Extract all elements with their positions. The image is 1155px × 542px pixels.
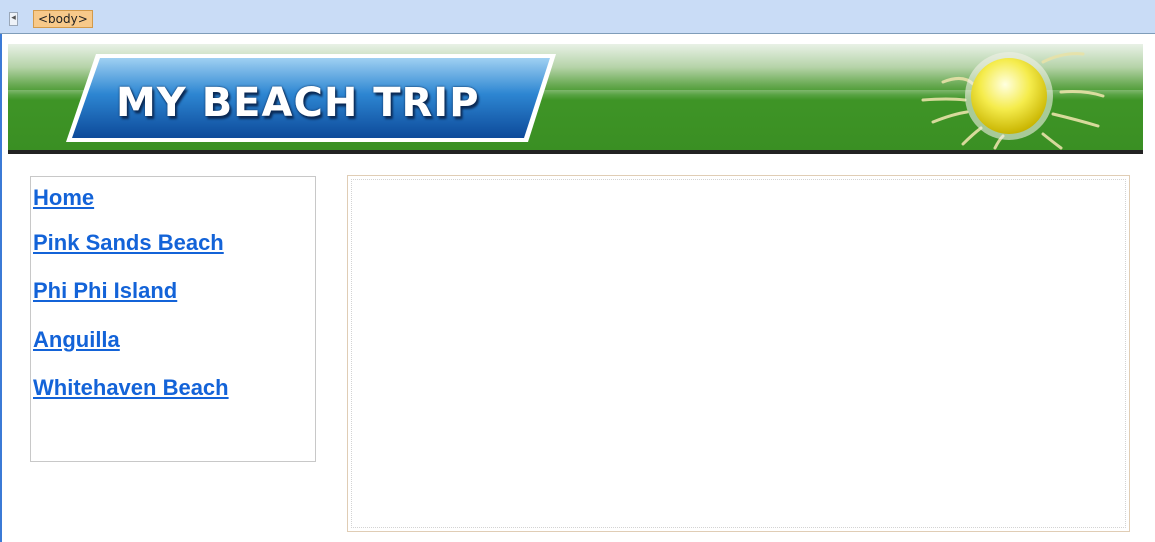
nav-link-pink-sands-beach[interactable]: Pink Sands Beach — [33, 230, 224, 256]
main-content-area[interactable] — [347, 175, 1130, 532]
nav-link-whitehaven-beach[interactable]: Whitehaven Beach — [33, 375, 229, 401]
nav-link-anguilla[interactable]: Anguilla — [33, 327, 120, 353]
nav-link-home[interactable]: Home — [33, 185, 94, 211]
body-tag-button[interactable]: <body> — [33, 10, 93, 28]
editor-left-border — [0, 34, 2, 542]
site-logo: MY BEACH TRIP — [66, 50, 556, 144]
tag-selector-bar: ◂ <body> — [0, 0, 1155, 34]
nav-link-phi-phi-island[interactable]: Phi Phi Island — [33, 278, 177, 304]
sidebar-nav: Home Pink Sands Beach Phi Phi Island Ang… — [30, 176, 316, 462]
logo-text: MY BEACH TRIP — [116, 80, 480, 126]
sun-icon — [921, 52, 1105, 150]
site-banner: MY BEACH TRIP — [8, 44, 1143, 154]
content-placeholder — [351, 179, 1126, 528]
chevron-left-icon[interactable]: ◂ — [9, 12, 18, 26]
